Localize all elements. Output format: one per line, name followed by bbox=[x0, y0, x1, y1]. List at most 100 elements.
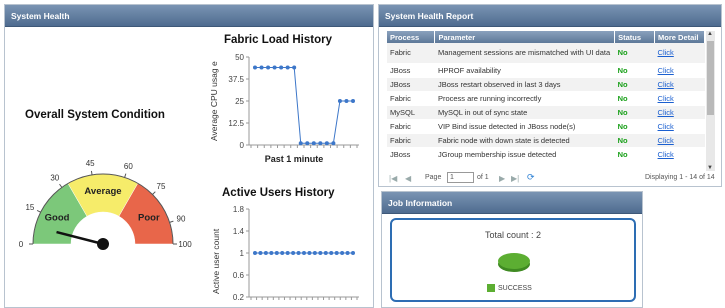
refresh-icon[interactable]: ⟳ bbox=[527, 172, 535, 183]
scroll-up-icon[interactable]: ▲ bbox=[707, 31, 713, 37]
system-condition-gauge: 0 15 30 45 60 75 90 100 Good Average Poor bbox=[19, 159, 192, 250]
data-point bbox=[302, 251, 306, 255]
y-tick-label: 0.2 bbox=[233, 293, 245, 302]
active-users-chart: 0.20.611.41.8Past 1 minute bbox=[233, 205, 359, 307]
next-page-icon[interactable]: ▶ bbox=[499, 174, 505, 183]
data-point bbox=[280, 251, 285, 255]
data-point bbox=[334, 251, 339, 255]
y-tick-label: 1.4 bbox=[233, 227, 245, 236]
gauge-tick-label: 15 bbox=[25, 203, 34, 212]
data-point bbox=[253, 65, 257, 70]
status-cell: No bbox=[614, 91, 655, 106]
job-legend: SUCCESS bbox=[487, 284, 532, 292]
table-row: JBoss JBoss restart observed in last 3 d… bbox=[387, 77, 705, 92]
x-axis-label: Past 1 minute bbox=[265, 154, 324, 164]
y-tick-label: 12.5 bbox=[228, 119, 244, 128]
last-page-icon[interactable]: ▶| bbox=[511, 174, 519, 183]
column-process[interactable]: Process bbox=[387, 31, 436, 43]
report-table: Process Parameter Status More Detail Fab… bbox=[387, 31, 705, 162]
page-of-label: of 1 bbox=[477, 174, 489, 181]
data-point bbox=[337, 99, 342, 103]
data-point bbox=[323, 251, 328, 255]
job-information-panel: Job Information Total count : 2 SUCCESS bbox=[381, 191, 643, 308]
data-point bbox=[279, 65, 284, 70]
status-cell: No bbox=[614, 63, 655, 78]
status-cell: No bbox=[614, 77, 655, 92]
data-point bbox=[331, 141, 336, 146]
data-point bbox=[324, 141, 329, 146]
page-label: Page bbox=[425, 174, 442, 181]
data-point bbox=[296, 251, 301, 255]
detail-link[interactable]: Click bbox=[654, 43, 705, 64]
scrollbar-thumb[interactable] bbox=[707, 41, 714, 115]
parameter-cell: Process are running incorrectly bbox=[434, 91, 615, 106]
data-point bbox=[340, 251, 345, 255]
gauge-tick-label: 30 bbox=[50, 174, 59, 183]
table-row: JBoss JGroup membership issue detected N… bbox=[387, 147, 705, 162]
detail-link[interactable]: Click bbox=[654, 77, 705, 92]
data-point bbox=[266, 65, 271, 70]
table-scrollbar[interactable]: ▲ ▼ bbox=[706, 31, 715, 171]
detail-link[interactable]: Click bbox=[654, 63, 705, 78]
gauge-tick-label: 90 bbox=[177, 215, 186, 224]
data-point bbox=[318, 251, 323, 255]
prev-page-icon[interactable]: ◀ bbox=[405, 174, 411, 183]
y-tick-label: 1.8 bbox=[233, 205, 245, 214]
detail-link[interactable]: Click bbox=[654, 105, 705, 120]
parameter-cell: JBoss restart observed in last 3 days bbox=[434, 77, 615, 92]
fabric-load-title: Fabric Load History bbox=[224, 34, 332, 46]
parameter-cell: HPROF availability bbox=[434, 63, 615, 78]
data-point bbox=[351, 99, 355, 103]
gauge-tick-label: 100 bbox=[178, 240, 192, 249]
data-point bbox=[258, 251, 263, 255]
data-point bbox=[318, 141, 323, 146]
gauge-band-label: Poor bbox=[138, 212, 160, 223]
table-row: Fabric Process are running incorrectly N… bbox=[387, 91, 705, 106]
gauge-tick-mark bbox=[124, 173, 127, 178]
table-row: Fabric Fabric node with down state is de… bbox=[387, 133, 705, 148]
active-users-title: Active Users History bbox=[222, 187, 335, 199]
job-pie-chart bbox=[498, 253, 530, 272]
parameter-cell: MySQL in out of sync state bbox=[434, 105, 615, 120]
page-number-input[interactable]: 1 bbox=[447, 172, 474, 183]
detail-link[interactable]: Click bbox=[654, 147, 705, 162]
displaying-label: Displaying 1 - 14 of 14 bbox=[645, 174, 715, 181]
detail-link[interactable]: Click bbox=[654, 91, 705, 106]
process-cell: JBoss bbox=[387, 147, 435, 162]
data-point bbox=[351, 251, 355, 255]
process-cell: Fabric bbox=[387, 91, 435, 106]
pagination-bar: |◀ ◀ Page 1 of 1 ▶ ▶| ⟳ Displaying 1 - 1… bbox=[387, 170, 717, 186]
table-row: MySQL MySQL in out of sync state No Clic… bbox=[387, 105, 705, 120]
data-point bbox=[298, 141, 303, 146]
data-point bbox=[285, 251, 290, 255]
data-point bbox=[329, 251, 334, 255]
job-header: Job Information bbox=[382, 192, 642, 214]
column-status[interactable]: Status bbox=[614, 31, 656, 43]
report-header: System Health Report bbox=[379, 5, 721, 27]
system-health-report-panel: System Health Report Process Parameter S… bbox=[378, 4, 722, 187]
pie-slice-success bbox=[498, 253, 530, 269]
data-point bbox=[272, 65, 277, 70]
detail-link[interactable]: Click bbox=[654, 133, 705, 148]
parameter-cell: Fabric node with down state is detected bbox=[434, 133, 615, 148]
gauge-tick-mark bbox=[36, 209, 41, 213]
data-point bbox=[344, 99, 349, 103]
data-point bbox=[305, 141, 310, 146]
detail-link[interactable]: Click bbox=[654, 119, 705, 134]
table-row: Fabric VIP Bind issue detected in JBoss … bbox=[387, 119, 705, 134]
status-cell: No bbox=[614, 133, 655, 148]
gauge-tick-label: 45 bbox=[86, 159, 95, 168]
data-point bbox=[269, 251, 274, 255]
report-table-header: Process Parameter Status More Detail bbox=[387, 31, 705, 43]
gauge-needle-hub bbox=[97, 238, 109, 250]
column-more-detail[interactable]: More Detail bbox=[654, 31, 705, 43]
status-cell: No bbox=[614, 105, 655, 120]
data-point bbox=[345, 251, 350, 255]
process-cell: Fabric bbox=[387, 43, 435, 64]
first-page-icon[interactable]: |◀ bbox=[389, 174, 397, 183]
status-cell: No bbox=[614, 119, 655, 134]
data-point bbox=[311, 141, 316, 146]
gauge-band-label: Average bbox=[84, 186, 121, 197]
column-parameter[interactable]: Parameter bbox=[434, 31, 616, 43]
gauge-tick-label: 0 bbox=[19, 240, 24, 249]
